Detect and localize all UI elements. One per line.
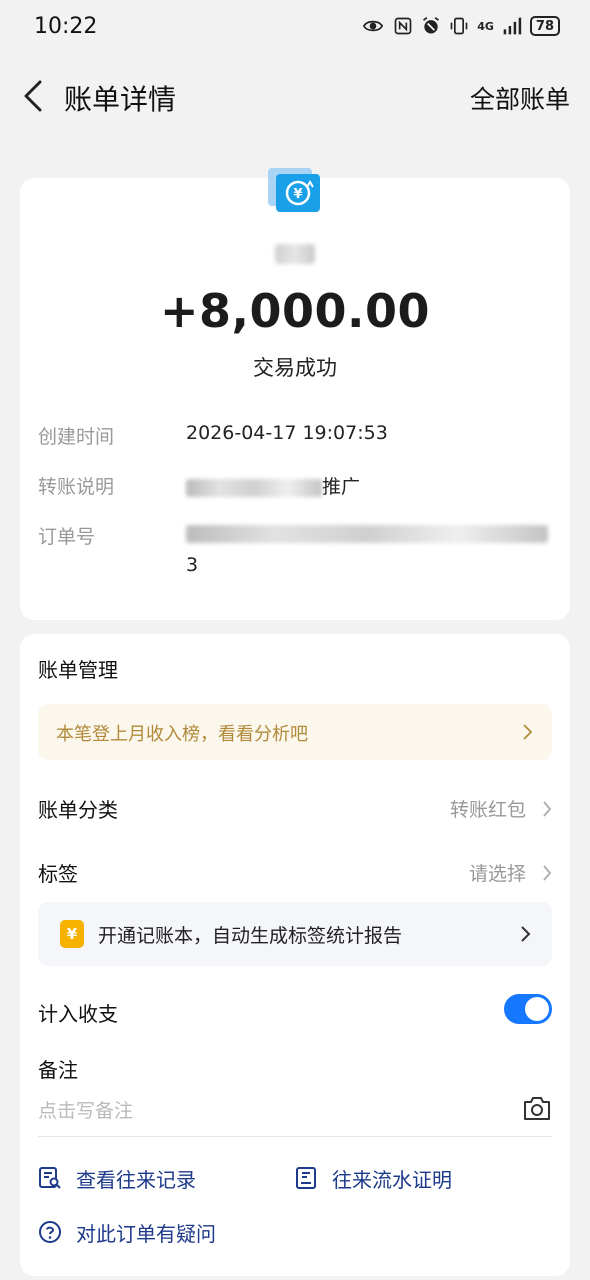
- count-in-income-row: 计入收支: [38, 992, 552, 1032]
- status-bar: 10:22 4G 78: [0, 0, 590, 56]
- order-number-tail: 3: [186, 554, 199, 576]
- remark-input[interactable]: 点击写备注: [38, 1096, 133, 1123]
- bill-category-value: 转账红包: [449, 799, 526, 821]
- order-number-value: [186, 522, 548, 544]
- ledger-promo-banner[interactable]: ¥ 开通记账本，自动生成标签统计报告: [38, 902, 552, 966]
- app-header: 账单详情 全部账单: [0, 60, 590, 132]
- chevron-right-icon: [523, 724, 533, 740]
- view-history-text: 查看往来记录: [76, 1168, 196, 1192]
- yuan-transfer-icon: ¥: [268, 168, 320, 212]
- transfer-note-suffix: 推广: [322, 476, 361, 498]
- tag-label: 标签: [38, 862, 78, 886]
- bill-management-card: 账单管理 本笔登上月收入榜，看看分析吧 账单分类 转账红包 标签 请选择 ¥ 开…: [20, 634, 570, 1276]
- created-time-row: 创建时间 2026-04-17 19:07:53: [38, 422, 558, 452]
- ledger-yuan-icon: ¥: [60, 920, 84, 948]
- redacted-block: [186, 478, 322, 497]
- camera-icon[interactable]: [522, 1094, 552, 1122]
- transaction-summary-card: ¥ +8,000.00 交易成功 创建时间 2026-04-17 19:07:5…: [20, 168, 570, 620]
- promo-text: 本笔登上月收入榜，看看分析吧: [56, 724, 308, 745]
- order-question-link[interactable]: 对此订单有疑问: [38, 1216, 298, 1248]
- chevron-right-icon: [543, 801, 552, 817]
- view-history-link[interactable]: 查看往来记录: [38, 1162, 268, 1194]
- ledger-promo-text: 开通记账本，自动生成标签统计报告: [98, 925, 403, 947]
- nfc-icon: [394, 17, 412, 35]
- history-search-icon: [39, 1167, 61, 1189]
- svg-text:¥: ¥: [293, 187, 302, 202]
- bill-category-label: 账单分类: [38, 798, 118, 822]
- signal-icon: [503, 17, 522, 35]
- divider: [38, 1136, 552, 1137]
- status-time: 10:22: [34, 14, 98, 39]
- question-circle-icon: [39, 1221, 61, 1243]
- count-in-income-label: 计入收支: [38, 1002, 118, 1026]
- tag-row[interactable]: 标签 请选择: [38, 852, 552, 892]
- transaction-status: 交易成功: [253, 356, 337, 380]
- merchant-name-redacted: [20, 244, 570, 268]
- created-time-value: 2026-04-17 19:07:53: [186, 422, 388, 444]
- section-title: 账单管理: [38, 658, 118, 682]
- chevron-right-icon: [543, 865, 552, 881]
- chevron-left-icon[interactable]: [18, 78, 50, 114]
- remark-row: 备注: [38, 1048, 552, 1088]
- transaction-amount: +8,000.00: [159, 284, 431, 338]
- redacted-block: [275, 244, 315, 264]
- created-time-label: 创建时间: [38, 426, 115, 448]
- status-icons: 4G 78: [361, 16, 560, 36]
- eye-icon: [363, 20, 384, 32]
- order-number-row: 订单号 3: [38, 522, 558, 582]
- all-bills-button[interactable]: 全部账单: [470, 80, 570, 116]
- chevron-right-icon: [521, 926, 531, 942]
- remark-label: 备注: [38, 1058, 78, 1082]
- statement-proof-text: 往来流水证明: [332, 1168, 452, 1192]
- order-number-label: 订单号: [38, 526, 96, 548]
- transfer-note-value: 推广: [186, 472, 360, 499]
- network-type: 4G: [477, 19, 494, 33]
- transfer-note-label: 转账说明: [38, 476, 115, 498]
- battery-indicator: 78: [529, 16, 560, 36]
- statement-proof-link[interactable]: 往来流水证明: [294, 1162, 534, 1194]
- count-in-income-toggle[interactable]: [504, 994, 552, 1024]
- vibrate-icon: [450, 17, 468, 35]
- bill-category-row[interactable]: 账单分类 转账红包: [38, 788, 552, 828]
- page-title: 账单详情: [64, 83, 177, 116]
- document-icon: [296, 1167, 316, 1189]
- income-ranking-banner[interactable]: 本笔登上月收入榜，看看分析吧: [38, 704, 552, 760]
- transfer-note-row: 转账说明 推广: [38, 472, 558, 502]
- tag-value: 请选择: [468, 863, 526, 885]
- toggle-knob: [525, 997, 549, 1021]
- order-question-text: 对此订单有疑问: [76, 1222, 216, 1246]
- alarm-icon: [423, 17, 440, 34]
- redacted-block: [186, 524, 548, 543]
